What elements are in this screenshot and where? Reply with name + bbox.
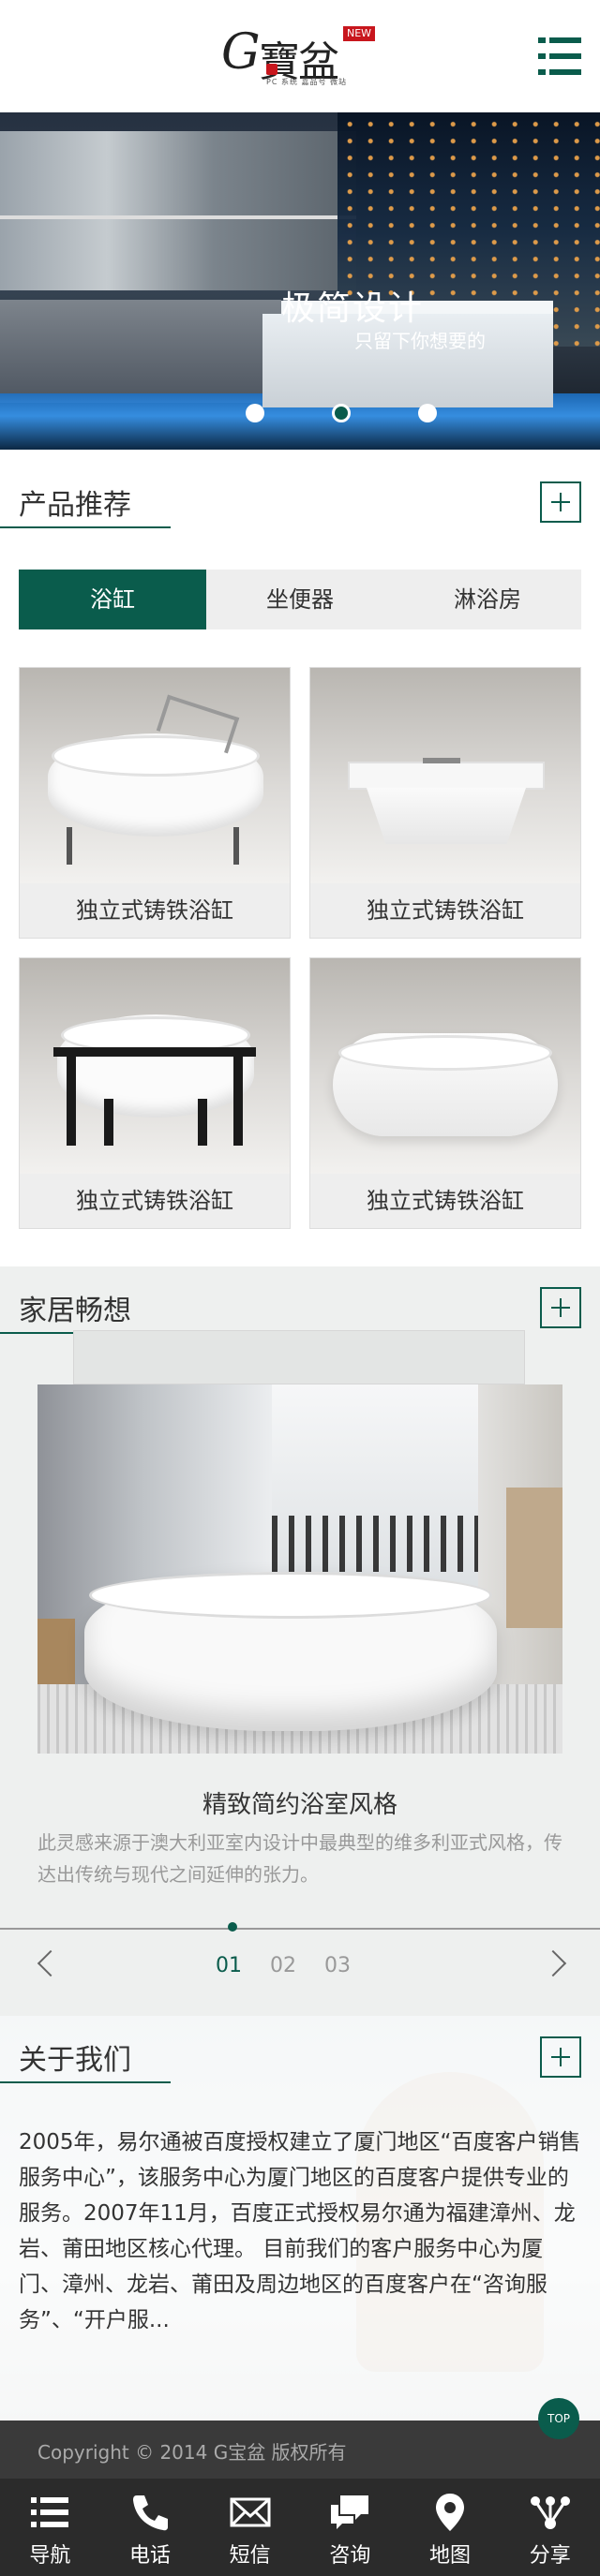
map-pin-icon	[436, 2494, 465, 2531]
nav-label: 咨询	[329, 2544, 371, 2568]
nav-label: 分享	[529, 2544, 571, 2568]
products-header: 产品推荐	[0, 468, 600, 534]
bottom-navbar: 导航 电话 短信 咨询 地图 分享	[0, 2479, 600, 2576]
phone-icon	[133, 2495, 168, 2531]
product-tabs: 浴缸 坐便器 淋浴房	[19, 570, 581, 629]
banner-image	[0, 131, 356, 290]
product-image	[20, 958, 290, 1174]
new-badge: NEW	[343, 26, 376, 41]
product-caption: 独立式铸铁浴缸	[20, 1174, 290, 1228]
product-image	[310, 668, 580, 883]
pager-indicator	[228, 1922, 237, 1932]
back-to-top-button[interactable]: TOP	[538, 2398, 579, 2439]
product-card[interactable]: 独立式铸铁浴缸	[19, 957, 291, 1229]
section-title: 家居畅想	[19, 1295, 131, 1327]
product-image	[20, 668, 290, 883]
page-number[interactable]: 02	[270, 1954, 296, 1977]
more-plus-icon[interactable]	[540, 481, 581, 523]
banner-dot-active[interactable]	[332, 403, 351, 422]
product-caption: 独立式铸铁浴缸	[20, 883, 290, 938]
mail-icon	[230, 2497, 271, 2527]
more-plus-icon[interactable]	[540, 2036, 581, 2078]
banner-dot[interactable]	[418, 403, 437, 422]
section-title: 关于我们	[19, 2044, 131, 2077]
logo-letter: G	[221, 24, 261, 81]
nav-item-sms[interactable]: 短信	[200, 2479, 300, 2576]
product-image	[310, 958, 580, 1174]
more-plus-icon[interactable]	[540, 1287, 581, 1328]
tab-shower[interactable]: 淋浴房	[394, 570, 581, 629]
product-caption: 独立式铸铁浴缸	[310, 1174, 580, 1228]
footer: Copyright © 2014 G宝盆 版权所有	[0, 2421, 600, 2479]
page-number[interactable]: 01	[216, 1954, 242, 1977]
copyright-text: Copyright © 2014 G宝盆 版权所有	[38, 2441, 347, 2464]
list-icon	[31, 2497, 69, 2527]
nav-item-menu[interactable]: 导航	[0, 2479, 100, 2576]
product-card[interactable]: 独立式铸铁浴缸	[309, 957, 581, 1229]
ideas-title: 精致简约浴室风格	[202, 1791, 398, 1819]
ideas-image[interactable]	[38, 1384, 562, 1754]
logo-subtitle: PC 系统 嘉品号 微站	[266, 78, 348, 86]
about-header: 关于我们	[0, 2023, 600, 2089]
section-title: 产品推荐	[19, 489, 131, 522]
banner-pagination	[246, 403, 504, 422]
page-number[interactable]: 03	[324, 1954, 351, 1977]
brand-logo[interactable]: G 寶盆 NEW PC 系统 嘉品号 微站	[218, 21, 386, 92]
chat-icon	[331, 2495, 369, 2529]
tab-bathtub[interactable]: 浴缸	[19, 570, 206, 629]
ideas-pagination: 01 02 03	[216, 1954, 379, 1977]
share-icon	[530, 2496, 570, 2529]
banner-dot[interactable]	[246, 403, 264, 422]
about-text: 2005年，易尔通被百度授权建立了厦门地区“百度客户销售服务中心”，该服务中心为…	[19, 2130, 581, 2332]
product-card[interactable]: 独立式铸铁浴缸	[19, 667, 291, 939]
nav-item-share[interactable]: 分享	[500, 2479, 600, 2576]
page-header: G 寶盆 NEW PC 系统 嘉品号 微站	[0, 0, 600, 112]
nav-item-phone[interactable]: 电话	[100, 2479, 201, 2576]
nav-label: 导航	[29, 2544, 71, 2568]
seal-icon	[266, 64, 278, 75]
ideas-description: 此灵感来源于澳大利亚室内设计中最典型的维多利亚式风格，传达出传统与现代之间延伸的…	[38, 1831, 562, 1886]
hero-banner[interactable]: 极简设计 只留下你想要的	[0, 112, 600, 450]
banner-subtitle: 只留下你想要的	[354, 330, 486, 352]
banner-title: 极简设计	[281, 289, 425, 328]
product-card[interactable]: 独立式铸铁浴缸	[309, 667, 581, 939]
menu-icon[interactable]	[538, 37, 581, 75]
nav-item-consult[interactable]: 咨询	[300, 2479, 400, 2576]
tab-toilet[interactable]: 坐便器	[206, 570, 394, 629]
nav-label: 电话	[129, 2544, 172, 2568]
nav-label: 地图	[429, 2544, 472, 2568]
nav-label: 短信	[229, 2544, 271, 2568]
nav-item-map[interactable]: 地图	[400, 2479, 501, 2576]
product-caption: 独立式铸铁浴缸	[310, 883, 580, 938]
